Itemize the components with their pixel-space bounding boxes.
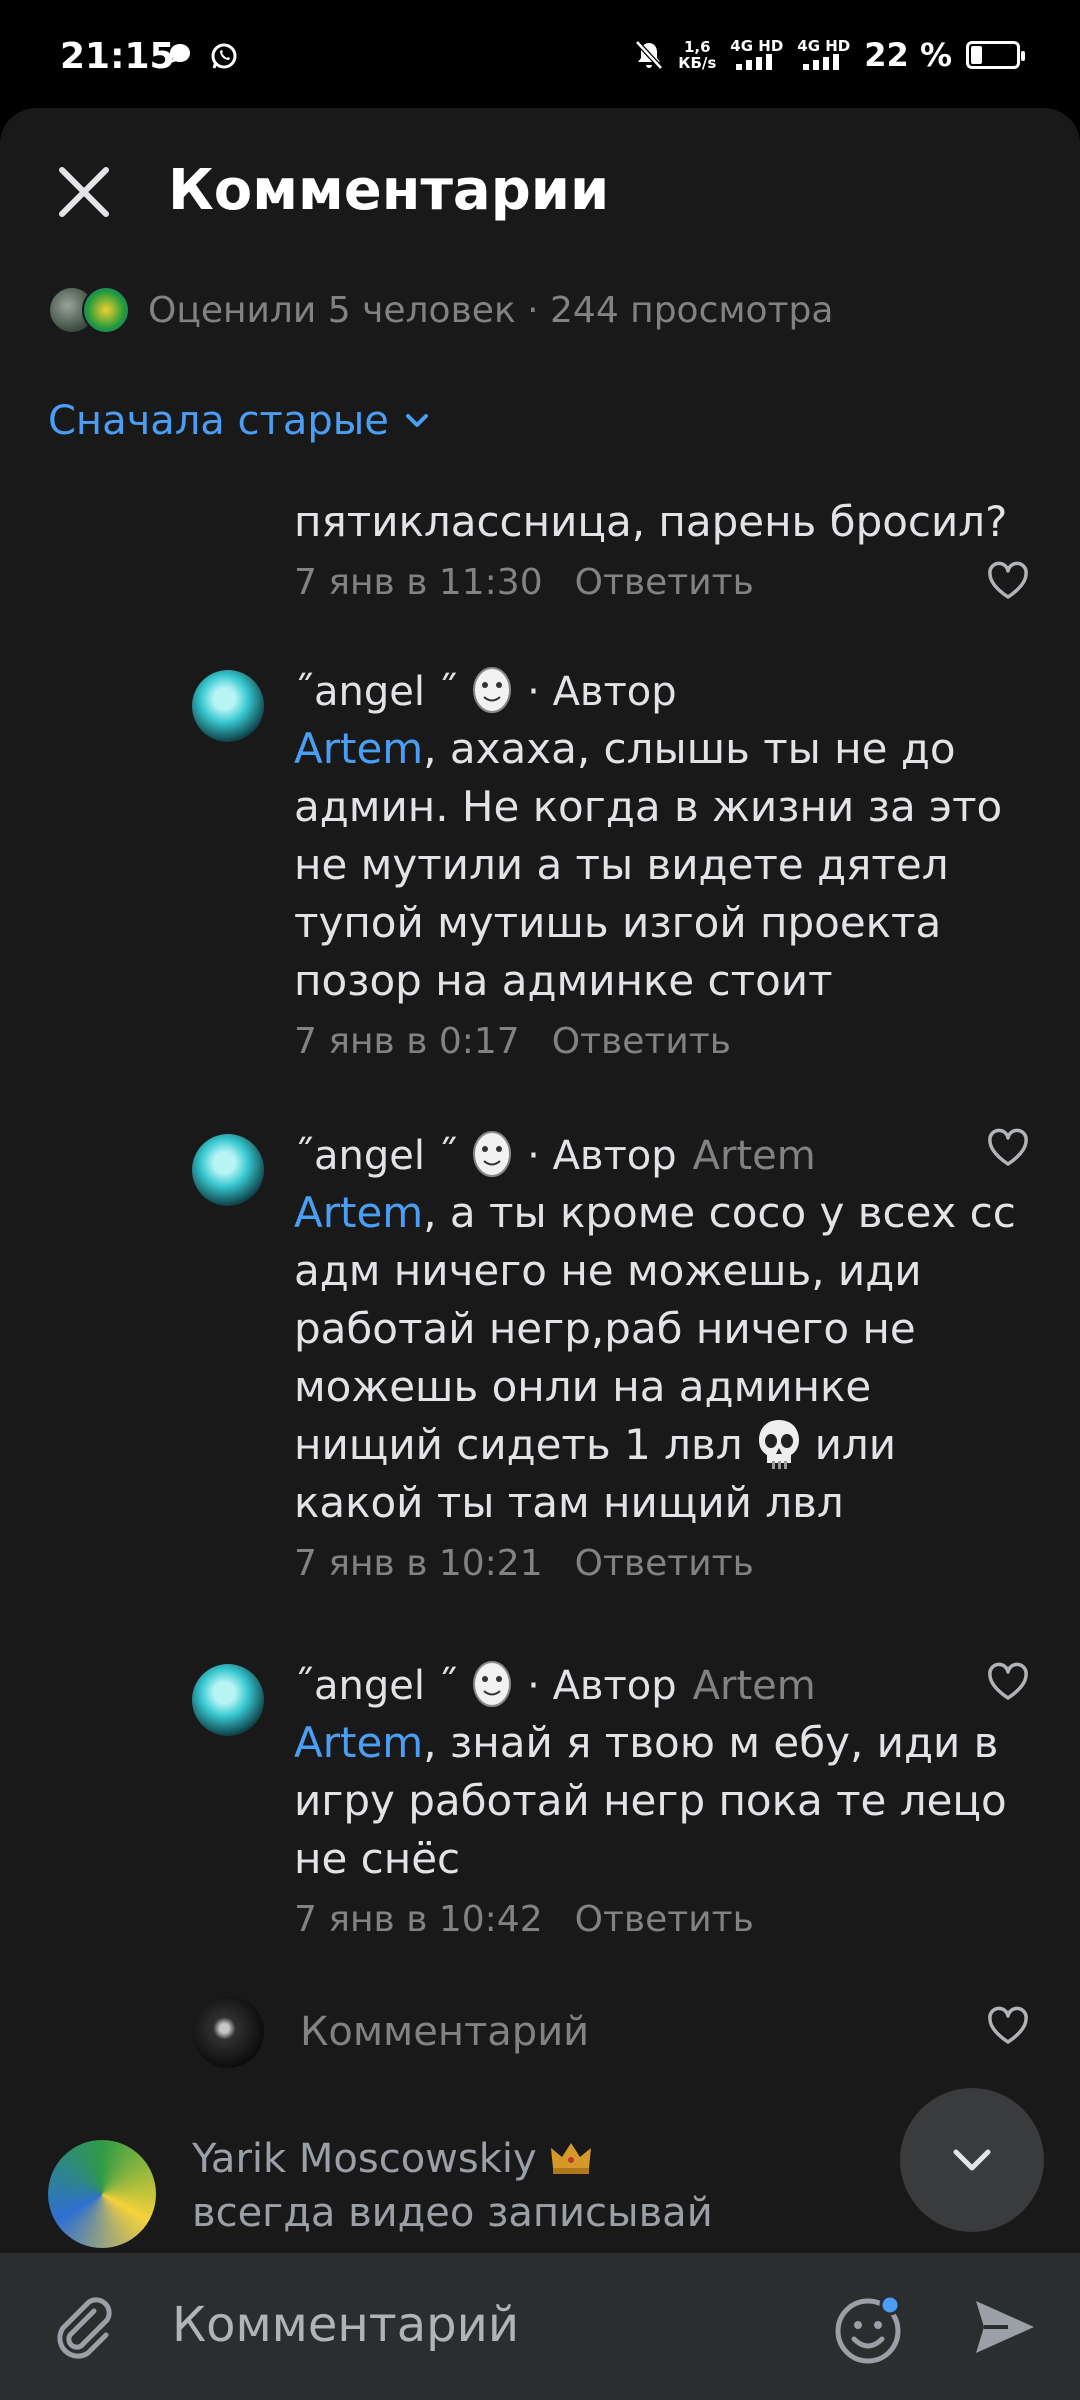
mention-link[interactable]: Artem — [294, 1188, 423, 1237]
clock: 21:15 — [60, 36, 175, 77]
chevron-down-icon — [405, 414, 428, 427]
reply-button[interactable]: Ответить — [552, 1021, 731, 1062]
comment-text: всегда видео записывай — [192, 2190, 713, 2236]
comment-text: Artem, знай я твою м ебу, иди в игру раб… — [294, 1718, 1007, 1883]
author-badge: · Автор — [527, 1133, 677, 1179]
comment-time: 7 янв в 10:21 — [294, 1543, 543, 1584]
comment-author[interactable]: ˝angel ˝ · Автор Artem — [294, 1658, 1032, 1714]
reply-placeholder: Комментарий — [300, 2009, 590, 2055]
reply-button[interactable]: Ответить — [575, 1899, 754, 1940]
signal-bars-icon — [802, 53, 839, 70]
avatar[interactable] — [192, 670, 264, 742]
battery-percent: 22 % — [864, 36, 952, 74]
avatar[interactable] — [48, 2140, 156, 2248]
reply-button[interactable]: Ответить — [575, 1543, 754, 1584]
network-speed: 1,6 КБ/s — [678, 38, 717, 72]
crown-emoji-icon — [551, 2143, 592, 2174]
comment-meta: 7 янв в 10:42 Ответить — [294, 1894, 1032, 1946]
meme-face-emoji-icon — [473, 1131, 512, 1177]
reply-button[interactable]: Ответить — [575, 562, 754, 603]
comment-meta: 7 янв в 11:30 Ответить — [294, 557, 1032, 609]
sort-dropdown[interactable]: Сначала старые — [48, 398, 433, 444]
heart-icon[interactable] — [984, 2002, 1032, 2050]
mention-link[interactable]: Artem — [294, 1718, 423, 1767]
scroll-down-button[interactable] — [900, 2088, 1044, 2232]
reply-to-name[interactable]: Artem — [693, 1133, 816, 1179]
author-badge: · Автор — [527, 669, 677, 715]
comment-meta: 7 янв в 0:17 Ответить — [294, 1016, 1032, 1068]
comment-text: пятиклассница, парень бросил? — [294, 497, 1008, 546]
sim2-signal: 4G HD — [797, 38, 850, 73]
comment-text: Artem, ахаха, слышь ты не до админ. Не к… — [294, 724, 1003, 1005]
mention-link[interactable]: Artem — [294, 724, 423, 773]
emoji-icon[interactable] — [832, 2291, 908, 2367]
comment-author[interactable]: Yarik Moscowskiy — [192, 2136, 593, 2182]
chat-notification-icon — [170, 44, 190, 63]
likes-views-summary[interactable]: Оценили 5 человек · 244 просмотра — [48, 278, 833, 342]
sim1-signal: 4G HD — [730, 38, 783, 73]
avatar[interactable] — [192, 1664, 264, 1736]
reply-thread-input[interactable]: Комментарий — [192, 1996, 589, 2068]
comment-meta: 7 янв в 10:21 Ответить — [294, 1538, 1032, 1590]
my-avatar — [192, 1996, 264, 2068]
battery-icon — [966, 41, 1025, 69]
comment-text: Artem, а ты кроме сосо у всех сс адм нич… — [294, 1188, 1016, 1527]
comments-sheet: Комментарии Оценили 5 человек · 244 прос… — [0, 108, 1080, 2400]
bell-muted-icon — [635, 40, 664, 70]
comment-composer: Комментарий — [0, 2253, 1080, 2400]
status-bar: 21:15 1,6 КБ/s 4G HD 4G HD 22 % — [0, 0, 1080, 108]
reply-to-name[interactable]: Artem — [693, 1663, 816, 1709]
avatar[interactable] — [192, 1134, 264, 1206]
sheet-header: Комментарии — [0, 108, 1080, 278]
meme-face-emoji-icon — [473, 667, 512, 713]
comment-time: 7 янв в 10:42 — [294, 1899, 543, 1940]
close-icon[interactable] — [48, 156, 120, 228]
page-title: Комментарии — [168, 158, 610, 223]
chevron-down-icon — [953, 2149, 991, 2171]
heart-icon[interactable] — [984, 557, 1032, 605]
comment-time: 7 янв в 0:17 — [294, 1021, 520, 1062]
signal-bars-icon — [735, 53, 772, 70]
whatsapp-icon — [211, 43, 237, 69]
comment-author[interactable]: ˝angel ˝ · Автор — [294, 664, 1032, 720]
paperclip-icon[interactable] — [48, 2291, 120, 2363]
send-icon[interactable] — [970, 2293, 1038, 2361]
sort-label: Сначала старые — [48, 398, 389, 444]
comment-author[interactable]: ˝angel ˝ · Автор Artem — [294, 1128, 1032, 1184]
stats-text: Оценили 5 человек · 244 просмотра — [148, 289, 834, 331]
author-badge: · Автор — [527, 1663, 677, 1709]
comment-time: 7 янв в 11:30 — [294, 562, 543, 603]
avatar — [82, 286, 130, 334]
skull-emoji-icon — [758, 1420, 799, 1469]
comment-input[interactable]: Комментарий — [172, 2297, 519, 2353]
meme-face-emoji-icon — [473, 1661, 512, 1707]
